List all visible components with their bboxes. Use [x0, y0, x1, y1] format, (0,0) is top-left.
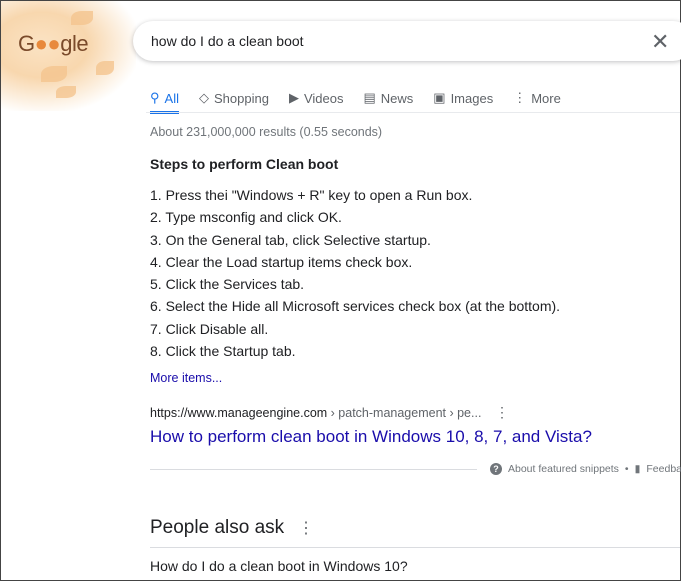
steps-list: 1. Press thei "Windows + R" key to open … — [150, 184, 560, 362]
google-doodle[interactable]: G●●gle — [1, 1, 136, 111]
tab-label: News — [380, 90, 414, 106]
divider — [150, 469, 477, 470]
search-tabs: ⚲ All ◇ Shopping ▶ Videos ▤ News ▣ Images ⋮ Mo… — [150, 85, 561, 114]
tab-label: Videos — [303, 90, 344, 106]
about-featured-snippets-link[interactable]: About featured snippets — [508, 463, 619, 475]
tab-label: Images — [450, 90, 494, 106]
list-item: 1. Press thei "Windows + R" key to open … — [150, 187, 473, 203]
tab-all[interactable]: ⚲ All — [150, 85, 179, 114]
snippet-footer: ? About featured snippets • ▮ Feedback — [490, 463, 681, 475]
snippet-title: Steps to perform Clean boot — [150, 156, 339, 172]
result-title-link[interactable]: How to perform clean boot in Windows 10,… — [150, 427, 592, 447]
more-vert-icon: ⋮ — [513, 90, 527, 105]
news-icon: ▤ — [363, 90, 376, 105]
google-logo: G●●gle — [18, 31, 89, 56]
tab-videos[interactable]: ▶ Videos — [289, 85, 344, 111]
list-item: 4. Clear the Load startup items check bo… — [150, 253, 413, 270]
tab-label: Shopping — [213, 90, 269, 106]
separator: • — [624, 463, 629, 475]
tab-more[interactable]: ⋮ More — [513, 85, 561, 111]
tab-label: More — [531, 90, 561, 106]
more-options-icon[interactable]: ⋮ — [495, 404, 509, 421]
paa-question[interactable]: How do I do a clean boot in Windows 10? — [150, 558, 408, 574]
tab-images[interactable]: ▣ Images — [433, 85, 493, 111]
more-options-icon[interactable]: ⋮ — [298, 518, 314, 538]
divider — [150, 547, 680, 548]
list-item: 8. Click the Startup tab. — [150, 343, 296, 360]
result-stats: About 231,000,000 results (0.55 seconds) — [150, 125, 383, 139]
leaf-decoration — [96, 61, 114, 75]
feedback-link[interactable]: Feedback — [646, 463, 681, 475]
tag-icon: ◇ — [198, 90, 209, 105]
tab-news[interactable]: ▤ News — [363, 85, 413, 111]
list-item: 7. Click Disable all. — [150, 320, 269, 337]
url-path: › patch-management › pe... — [327, 406, 482, 420]
search-box[interactable]: how do I do a clean boot ✕ — [133, 21, 681, 61]
people-also-ask-heading: People also ask — [150, 517, 285, 538]
close-icon[interactable]: ✕ — [651, 29, 669, 55]
leaf-decoration — [71, 11, 93, 25]
url-host: https://www.manageengine.com — [150, 406, 328, 420]
help-icon: ? — [490, 463, 502, 475]
leaf-decoration — [56, 86, 76, 98]
feedback-icon: ▮ — [634, 463, 641, 475]
tab-shopping[interactable]: ◇ Shopping — [199, 85, 269, 111]
list-item: 2. Type msconfig and click OK. — [150, 209, 342, 226]
play-icon: ▶ — [288, 90, 299, 105]
search-icon: ⚲ — [150, 90, 160, 105]
list-item: 6. Select the Hide all Microsoft service… — [150, 298, 561, 315]
list-item: 5. Click the Services tab. — [150, 276, 305, 293]
leaf-decoration — [41, 66, 67, 82]
image-icon: ▣ — [433, 90, 446, 105]
more-items-link[interactable]: More items... — [150, 371, 222, 385]
divider — [146, 112, 680, 113]
tab-label: All — [164, 90, 179, 106]
list-item: 3. On the General tab, click Selective s… — [150, 231, 431, 248]
search-input[interactable]: how do I do a clean boot — [151, 33, 304, 49]
result-url[interactable]: https://www.manageengine.com › patch-man… — [150, 406, 481, 420]
